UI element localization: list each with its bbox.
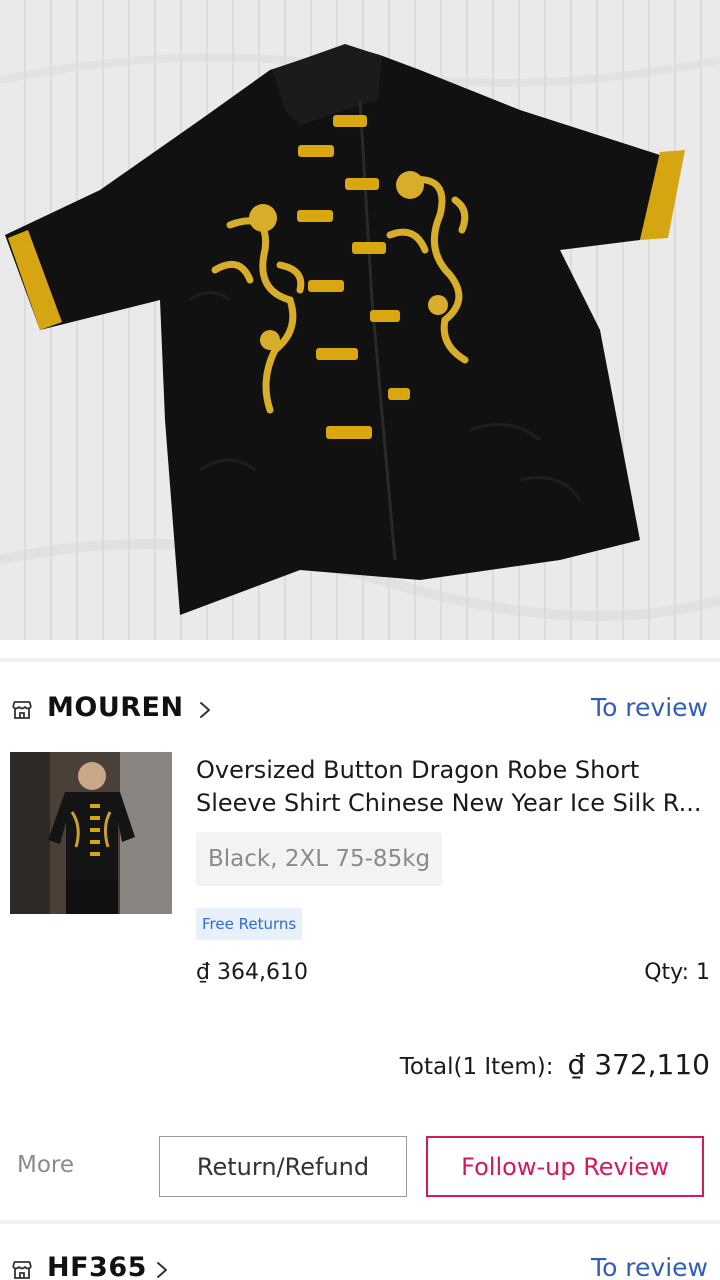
shop-name[interactable]: MOUREN bbox=[47, 692, 184, 723]
product-title[interactable]: Oversized Button Dragon Robe Short Sleev… bbox=[196, 754, 710, 820]
shop-name[interactable]: HF365 bbox=[47, 1252, 147, 1280]
shop-icon bbox=[12, 1261, 32, 1279]
total-amount: ₫ 372,110 bbox=[567, 1048, 710, 1081]
product-title-line-2: Sleeve Shirt Chinese New Year Ice Silk R… bbox=[196, 789, 702, 817]
product-quantity: Qty: 1 bbox=[644, 960, 710, 985]
review-photo[interactable] bbox=[0, 0, 720, 640]
variant-label: Black, 2XL 75-85kg bbox=[196, 832, 443, 886]
section-divider bbox=[0, 1220, 720, 1224]
to-review-link[interactable]: To review bbox=[591, 1253, 708, 1280]
chevron-right-icon[interactable] bbox=[198, 700, 212, 720]
section-divider bbox=[0, 658, 720, 662]
chevron-right-icon[interactable] bbox=[155, 1260, 169, 1280]
product-price: ₫ 364,610 bbox=[196, 960, 308, 985]
return-refund-button[interactable]: Return/Refund bbox=[159, 1136, 407, 1197]
dragon-shirt-photo bbox=[0, 0, 720, 640]
product-thumbnail[interactable] bbox=[10, 752, 172, 914]
shop-icon bbox=[12, 701, 32, 719]
shop-header[interactable]: MOUREN To review bbox=[0, 686, 720, 734]
product-title-line-1: Oversized Button Dragon Robe Short bbox=[196, 756, 640, 784]
total-label: Total(1 Item): bbox=[399, 1054, 554, 1080]
follow-up-review-button[interactable]: Follow-up Review bbox=[426, 1136, 704, 1197]
product-image bbox=[10, 752, 172, 914]
shop-header[interactable]: HF365 To review bbox=[0, 1246, 720, 1280]
more-button[interactable]: More bbox=[17, 1152, 74, 1178]
free-returns-badge: Free Returns bbox=[196, 908, 303, 940]
order-total: Total(1 Item): ₫ 372,110 bbox=[400, 1048, 710, 1081]
to-review-link[interactable]: To review bbox=[591, 693, 708, 722]
